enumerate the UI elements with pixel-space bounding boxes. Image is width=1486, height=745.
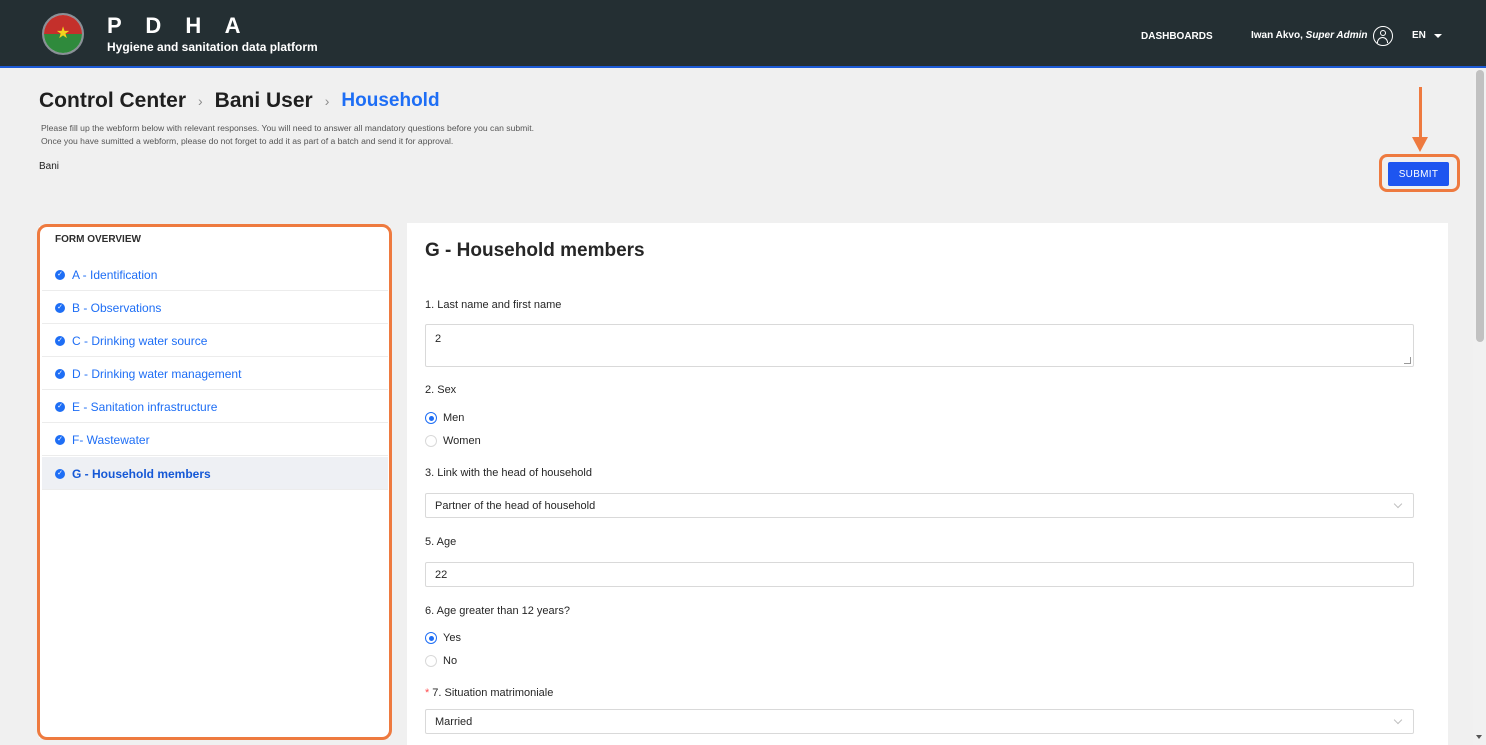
page-description-line2: Once you have sumitted a webform, please…	[41, 136, 454, 146]
check-circle-icon: ✓	[55, 303, 65, 313]
user-icon-body	[1377, 37, 1388, 43]
section-title: G - Household members	[425, 240, 645, 261]
form-overview-title: FORM OVERVIEW	[55, 234, 141, 245]
question-label-name: 1. Last name and first name	[425, 299, 562, 311]
name-value: 2	[435, 333, 442, 345]
chevron-down-icon	[1393, 715, 1403, 725]
pdha-logo-icon[interactable]: ★	[42, 13, 84, 55]
language-selector[interactable]: EN	[1412, 30, 1426, 42]
user-info: Iwan Akvo, Super Admin	[1251, 30, 1368, 42]
user-icon-head	[1380, 30, 1386, 36]
user-name: Iwan Akvo,	[1251, 30, 1306, 41]
marital-label-text: 7. Situation matrimoniale	[432, 687, 554, 699]
app-subtitle: Hygiene and sanitation data platform	[107, 40, 318, 54]
chevron-down-icon	[1393, 499, 1403, 509]
radio-icon	[425, 655, 437, 667]
question-label-age: 5. Age	[425, 536, 457, 548]
question-label-sex: 2. Sex	[425, 384, 457, 396]
user-account-icon[interactable]	[1373, 26, 1393, 46]
age-input[interactable]: 22	[425, 562, 1414, 587]
check-circle-icon: ✓	[55, 435, 65, 445]
name-textarea[interactable]: 2	[425, 324, 1414, 367]
overview-item-label: G - Household members	[72, 467, 211, 481]
breadcrumb-current: Household	[341, 90, 440, 111]
question-label-age-over-12: 6. Age greater than 12 years?	[425, 605, 570, 617]
scrollbar-thumb[interactable]	[1476, 70, 1484, 342]
marital-status-select[interactable]: Married	[425, 709, 1414, 734]
overview-item-label: A - Identification	[72, 268, 158, 282]
radio-label: Women	[443, 435, 481, 447]
overview-item-b[interactable]: ✓ B - Observations	[42, 291, 388, 324]
breadcrumb-control-center[interactable]: Control Center	[39, 89, 186, 113]
overview-item-e[interactable]: ✓ E - Sanitation infrastructure	[42, 390, 388, 423]
age-value: 22	[435, 569, 448, 581]
radio-label: Yes	[443, 632, 461, 644]
logo-star-icon: ★	[55, 25, 71, 42]
check-circle-icon: ✓	[55, 369, 65, 379]
app-title: P D H A	[107, 13, 250, 38]
question-label-link: 3. Link with the head of household	[425, 467, 592, 479]
radio-label: Men	[443, 412, 465, 424]
breadcrumb-separator-icon: ›	[198, 93, 203, 109]
form-owner: Bani	[39, 161, 60, 172]
overview-item-label: B - Observations	[72, 301, 162, 315]
radio-label: No	[443, 655, 458, 667]
check-circle-icon: ✓	[55, 402, 65, 412]
overview-item-f[interactable]: ✓ F- Wastewater	[42, 423, 388, 456]
breadcrumb-separator-icon: ›	[324, 93, 330, 109]
annotation-arrow-shaft	[1419, 87, 1422, 139]
overview-item-label: F- Wastewater	[72, 433, 150, 447]
overview-item-g[interactable]: ✓ G - Household members	[42, 457, 388, 490]
overview-item-label: E - Sanitation infrastructure	[72, 400, 218, 414]
breadcrumb-bani-user[interactable]: Bani User	[215, 89, 313, 113]
radio-icon	[425, 412, 437, 424]
user-role: Super Admin	[1305, 30, 1368, 41]
check-circle-icon: ✓	[55, 469, 65, 479]
form-section-panel	[407, 223, 1448, 745]
breadcrumb: Control Center › Bani User › Household	[39, 88, 440, 114]
overview-item-label: C - Drinking water source	[72, 334, 208, 348]
radio-icon	[425, 435, 437, 447]
radio-icon	[425, 632, 437, 644]
overview-item-c[interactable]: ✓ C - Drinking water source	[42, 324, 388, 357]
marital-status-value: Married	[435, 716, 473, 728]
page-description-line1: Please fill up the webform below with re…	[41, 123, 534, 133]
caret-down-icon[interactable]	[1434, 34, 1442, 38]
overview-item-label: D - Drinking water management	[72, 367, 242, 381]
overview-item-d[interactable]: ✓ D - Drinking water management	[42, 357, 388, 390]
check-circle-icon: ✓	[55, 270, 65, 280]
required-asterisk-icon: *	[425, 687, 430, 699]
overview-item-a[interactable]: ✓ A - Identification	[42, 258, 388, 291]
dashboards-link[interactable]: DASHBOARDS	[1141, 31, 1213, 43]
check-circle-icon: ✓	[55, 336, 65, 346]
annotation-arrow-down-icon	[1412, 137, 1428, 152]
question-label-marital: * 7. Situation matrimoniale	[425, 687, 553, 700]
resize-handle-icon[interactable]	[1404, 357, 1411, 364]
scroll-down-arrow-icon[interactable]	[1476, 735, 1482, 739]
link-head-value: Partner of the head of household	[435, 500, 596, 512]
submit-button[interactable]: SUBMIT	[1388, 162, 1449, 186]
link-head-select[interactable]: Partner of the head of household	[425, 493, 1414, 518]
